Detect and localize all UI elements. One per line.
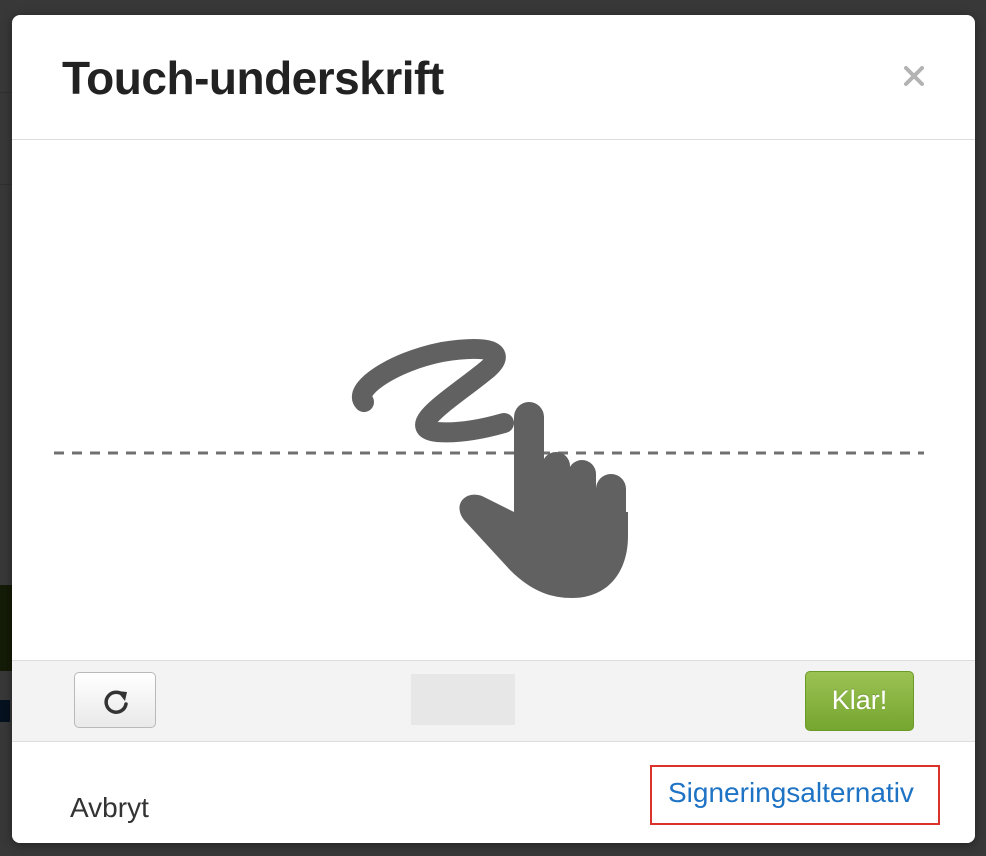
dialog-title: Touch-underskrift: [62, 52, 444, 104]
refresh-icon: [104, 690, 128, 714]
dialog-footer: Avbryt Signeringsalternativ: [12, 742, 975, 843]
touch-signature-dialog: Touch-underskrift Klar! Avbryt Signering…: [12, 15, 975, 843]
signature-scribble: [352, 338, 514, 443]
signature-canvas[interactable]: [12, 140, 975, 660]
toolbar-placeholder: [411, 674, 515, 725]
dialog-header: Touch-underskrift: [12, 15, 975, 140]
signing-options-link[interactable]: Signeringsalternativ: [668, 777, 914, 809]
signature-toolbar: Klar!: [12, 660, 975, 742]
close-icon: [904, 66, 924, 86]
done-button[interactable]: Klar!: [805, 671, 914, 731]
reset-signature-button[interactable]: [74, 672, 156, 728]
highlight-frame: Signeringsalternativ: [650, 765, 940, 825]
close-button[interactable]: [899, 61, 929, 91]
finger-draw-signature-icon: [54, 338, 924, 598]
cancel-link[interactable]: Avbryt: [70, 792, 149, 824]
